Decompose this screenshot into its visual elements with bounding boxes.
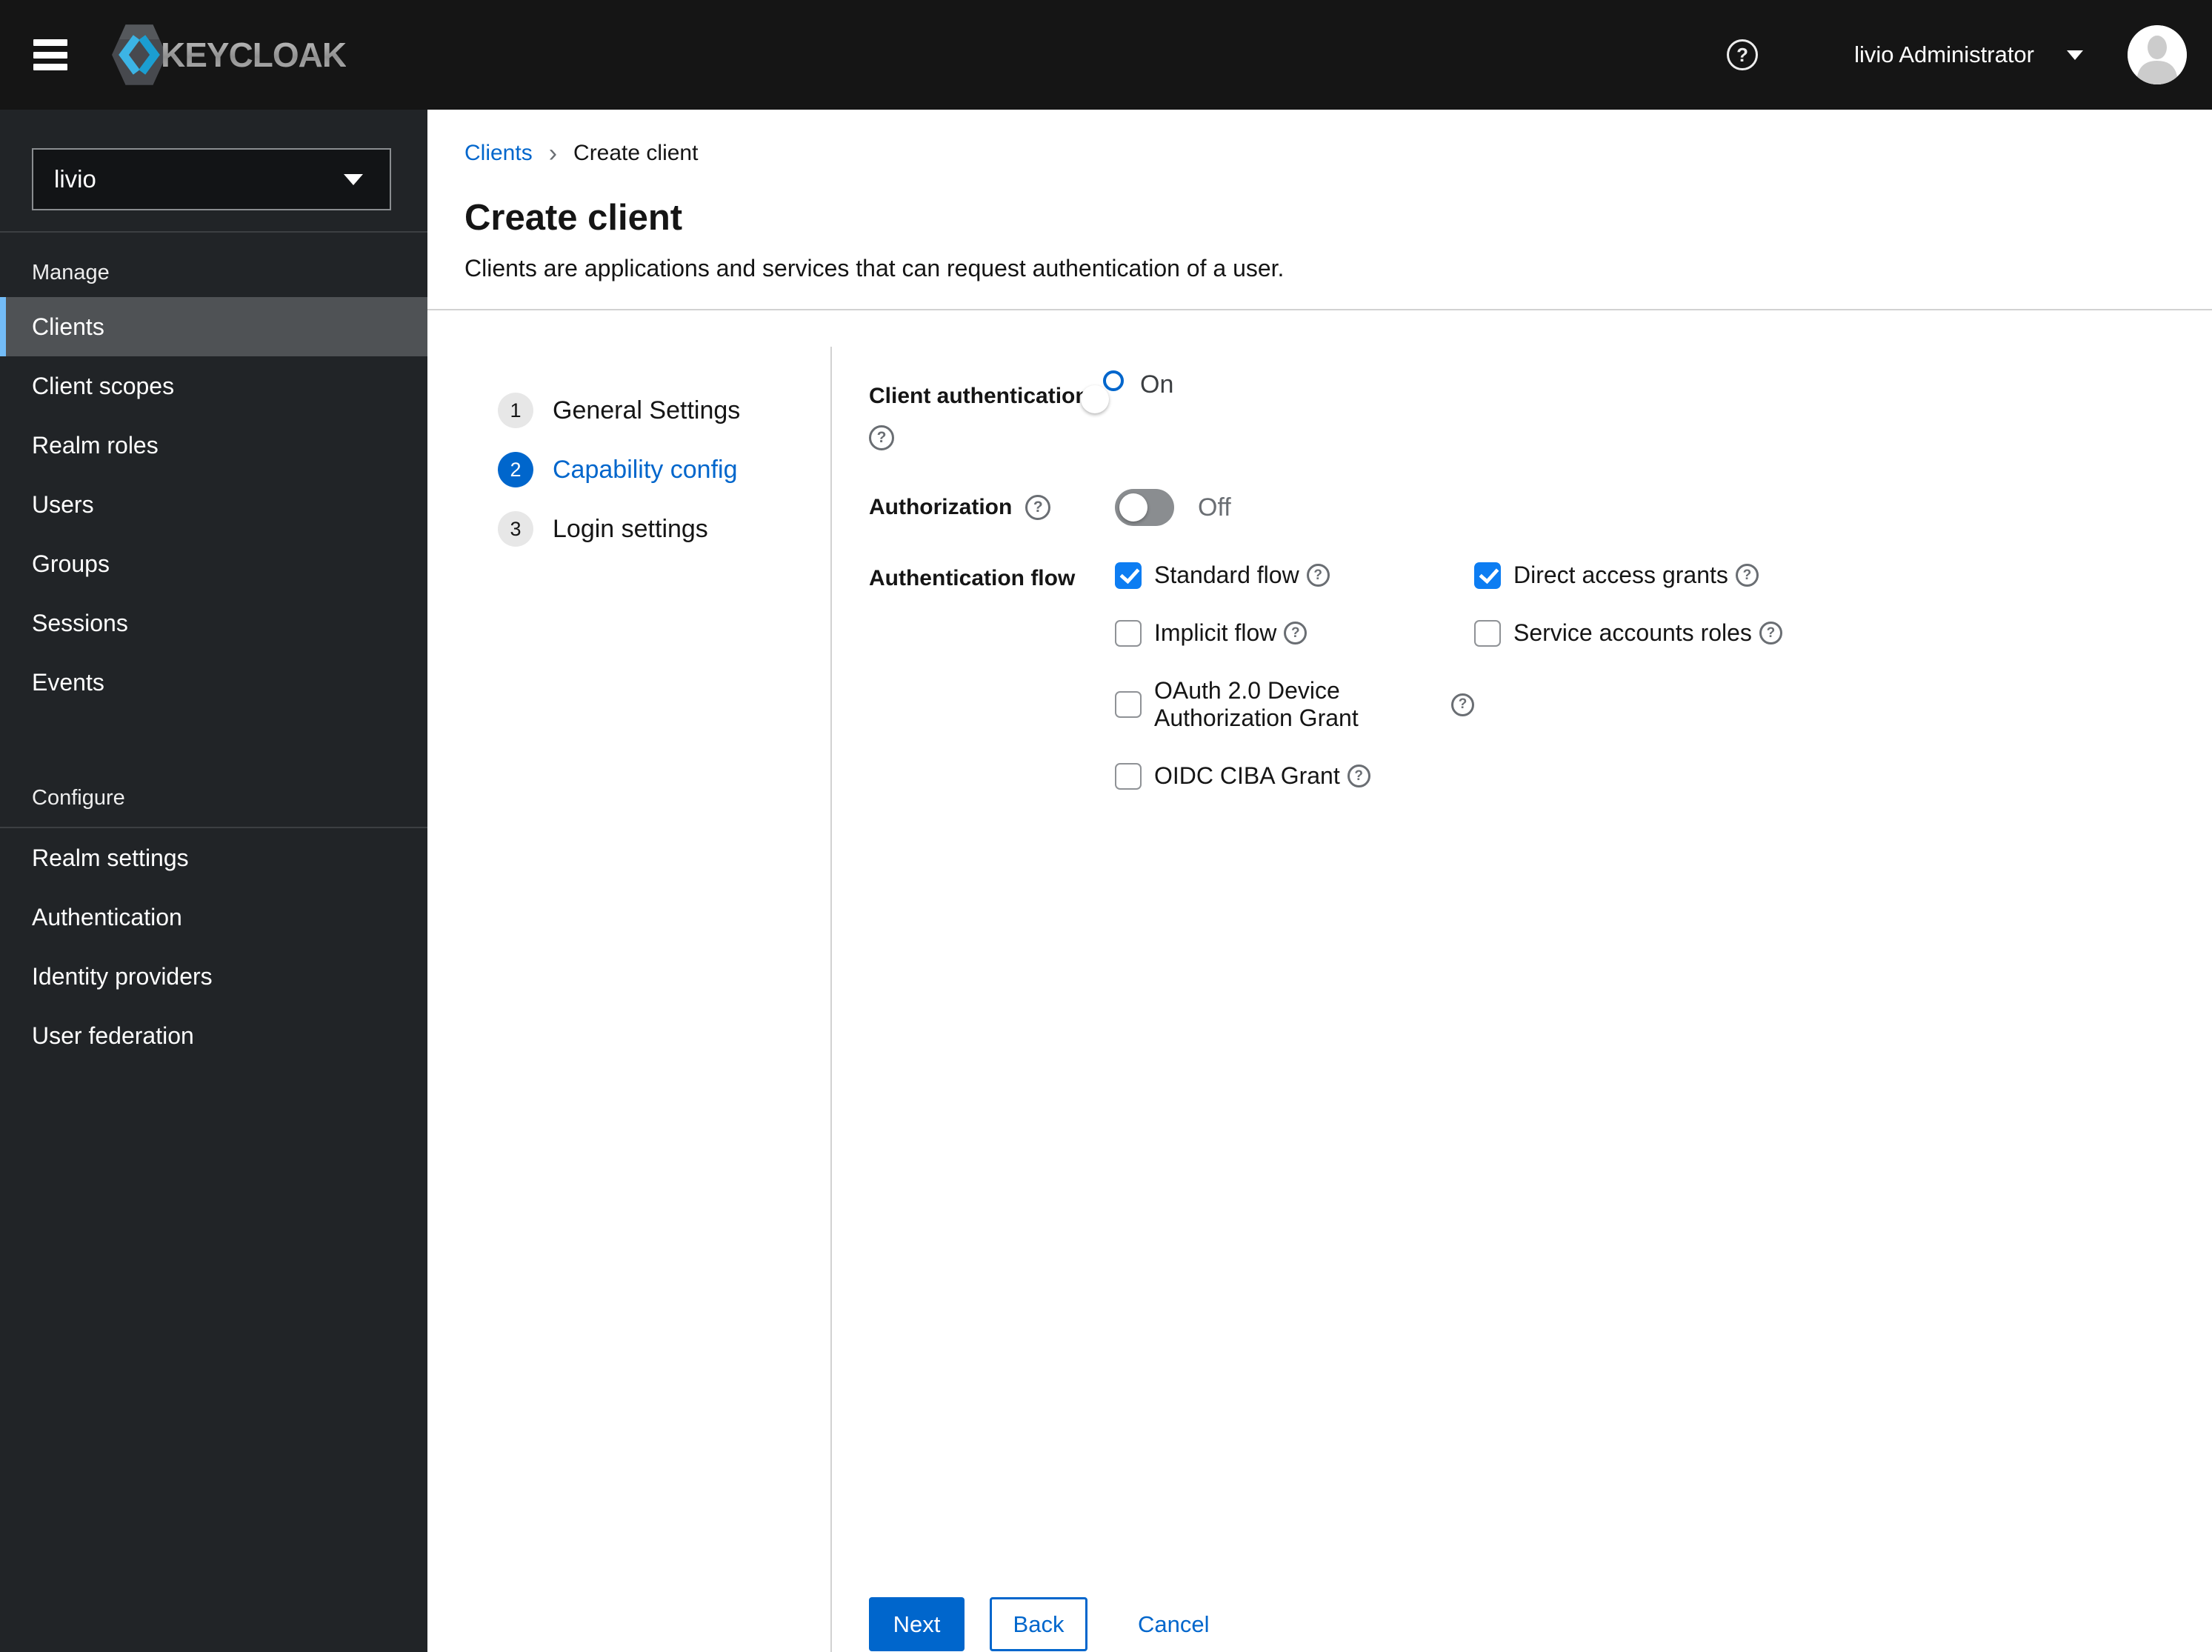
realm-selector[interactable]: livio bbox=[32, 148, 391, 210]
keycloak-logo[interactable]: KEYCLOAK bbox=[112, 24, 347, 85]
keycloak-hexagon-icon bbox=[112, 24, 167, 85]
sidebar-item-realm-roles[interactable]: Realm roles bbox=[0, 416, 427, 475]
sidebar-item-events[interactable]: Events bbox=[0, 653, 427, 712]
wizard-step-login-settings[interactable]: 3 Login settings bbox=[427, 499, 830, 559]
hamburger-menu-icon[interactable] bbox=[33, 38, 67, 72]
step-number: 3 bbox=[498, 511, 533, 547]
step-label: Login settings bbox=[553, 514, 708, 543]
masthead: KEYCLOAK ? livio Administrator bbox=[0, 0, 2212, 110]
content-divider bbox=[427, 309, 2212, 310]
sidebar-nav: livio Manage Clients Client scopes Realm… bbox=[0, 110, 427, 1652]
checkbox-item-oidc-ciba-grant: OIDC CIBA Grant ? bbox=[1115, 762, 1474, 790]
checkbox-item-implicit-flow: Implicit flow ? bbox=[1115, 619, 1474, 647]
help-icon[interactable]: ? bbox=[869, 425, 894, 450]
oauth-device-grant-checkbox[interactable] bbox=[1115, 691, 1142, 718]
wizard-step-general-settings[interactable]: 1 General Settings bbox=[427, 381, 830, 440]
help-icon[interactable]: ? bbox=[1306, 564, 1330, 587]
service-accounts-roles-checkbox[interactable] bbox=[1474, 619, 1501, 647]
help-icon[interactable]: ? bbox=[1727, 39, 1759, 70]
sidebar-item-users[interactable]: Users bbox=[0, 475, 427, 534]
checkbox-item-standard-flow: Standard flow ? bbox=[1115, 562, 1474, 589]
standard-flow-checkbox[interactable] bbox=[1115, 562, 1142, 589]
checkbox-item-oauth-device-grant: OAuth 2.0 Device Authorization Grant ? bbox=[1115, 677, 1474, 732]
brand-text: KEYCLOAK bbox=[161, 36, 347, 74]
authentication-flow-label: Authentication flow bbox=[869, 566, 1076, 590]
direct-access-grants-checkbox[interactable] bbox=[1474, 562, 1501, 589]
authentication-flow-options: Standard flow ? Direct access grants ? I… bbox=[1103, 562, 1782, 790]
nav-group-configure: Realm settings Authentication Identity p… bbox=[0, 828, 427, 1065]
help-icon[interactable]: ? bbox=[1025, 495, 1051, 520]
help-icon[interactable]: ? bbox=[1759, 622, 1782, 645]
breadcrumb-link-clients[interactable]: Clients bbox=[464, 141, 533, 166]
realm-selector-value: livio bbox=[54, 165, 96, 193]
nav-section-title-manage: Manage bbox=[32, 261, 110, 284]
breadcrumb-current: Create client bbox=[573, 141, 699, 165]
step-number: 2 bbox=[498, 452, 533, 487]
help-icon[interactable]: ? bbox=[1284, 622, 1307, 645]
toggle-state-label: Off bbox=[1198, 493, 1231, 522]
nav-group-manage: Clients Client scopes Realm roles Users … bbox=[0, 297, 427, 712]
checkbox-item-service-accounts-roles: Service accounts roles ? bbox=[1474, 619, 1782, 647]
help-icon[interactable]: ? bbox=[1347, 765, 1370, 787]
back-button[interactable]: Back bbox=[990, 1597, 1087, 1651]
sidebar-item-client-scopes[interactable]: Client scopes bbox=[0, 356, 427, 416]
sidebar-item-realm-settings[interactable]: Realm settings bbox=[0, 828, 427, 887]
client-authentication-label: Client authentication bbox=[869, 384, 1089, 408]
breadcrumb-separator-icon: › bbox=[548, 139, 558, 167]
help-icon[interactable]: ? bbox=[1735, 564, 1759, 587]
user-menu[interactable]: livio Administrator bbox=[1854, 41, 2083, 68]
client-authentication-row: Client authentication ? On bbox=[869, 370, 2190, 450]
page-title: Create client bbox=[464, 198, 683, 238]
nav-section-title-configure: Configure bbox=[32, 786, 125, 810]
toggle-focus-ring bbox=[1081, 370, 1124, 413]
sidebar-item-groups[interactable]: Groups bbox=[0, 534, 427, 593]
chevron-down-icon bbox=[344, 173, 363, 185]
user-menu-label: livio Administrator bbox=[1854, 41, 2034, 67]
cancel-button[interactable]: Cancel bbox=[1138, 1597, 1210, 1651]
authentication-flow-row: Authentication flow Standard flow ? Dire… bbox=[869, 562, 2190, 790]
wizard-step-capability-config[interactable]: 2 Capability config bbox=[427, 440, 830, 499]
step-number: 1 bbox=[498, 393, 533, 428]
capability-config-form: Client authentication ? On Authorization… bbox=[833, 347, 2212, 1652]
sidebar-item-user-federation[interactable]: User federation bbox=[0, 1006, 427, 1065]
avatar bbox=[2128, 25, 2187, 84]
authorization-toggle[interactable] bbox=[1115, 489, 1174, 526]
main-content: Clients › Create client Create client Cl… bbox=[427, 110, 2212, 1652]
sidebar-item-authentication[interactable]: Authentication bbox=[0, 887, 427, 947]
wizard-actions: Next Back Cancel bbox=[869, 1597, 1210, 1651]
help-icon[interactable]: ? bbox=[1451, 693, 1474, 716]
page-subtitle: Clients are applications and services th… bbox=[464, 255, 1285, 282]
authorization-row: Authorization ? Off bbox=[869, 489, 2190, 526]
wizard-nav: 1 General Settings 2 Capability config 3… bbox=[427, 347, 832, 1652]
implicit-flow-checkbox[interactable] bbox=[1115, 619, 1142, 647]
step-label: Capability config bbox=[553, 455, 738, 484]
toggle-state-label: On bbox=[1140, 370, 1174, 399]
chevron-down-icon bbox=[2067, 50, 2083, 60]
authorization-label: Authorization bbox=[869, 495, 1013, 519]
oidc-ciba-grant-checkbox[interactable] bbox=[1115, 762, 1142, 790]
breadcrumb: Clients › Create client bbox=[427, 110, 2212, 166]
next-button[interactable]: Next bbox=[869, 1597, 965, 1651]
sidebar-item-identity-providers[interactable]: Identity providers bbox=[0, 947, 427, 1006]
step-label: General Settings bbox=[553, 396, 741, 424]
checkbox-item-direct-access-grants: Direct access grants ? bbox=[1474, 562, 1782, 589]
sidebar-item-clients[interactable]: Clients bbox=[0, 297, 427, 356]
sidebar-item-sessions[interactable]: Sessions bbox=[0, 593, 427, 653]
